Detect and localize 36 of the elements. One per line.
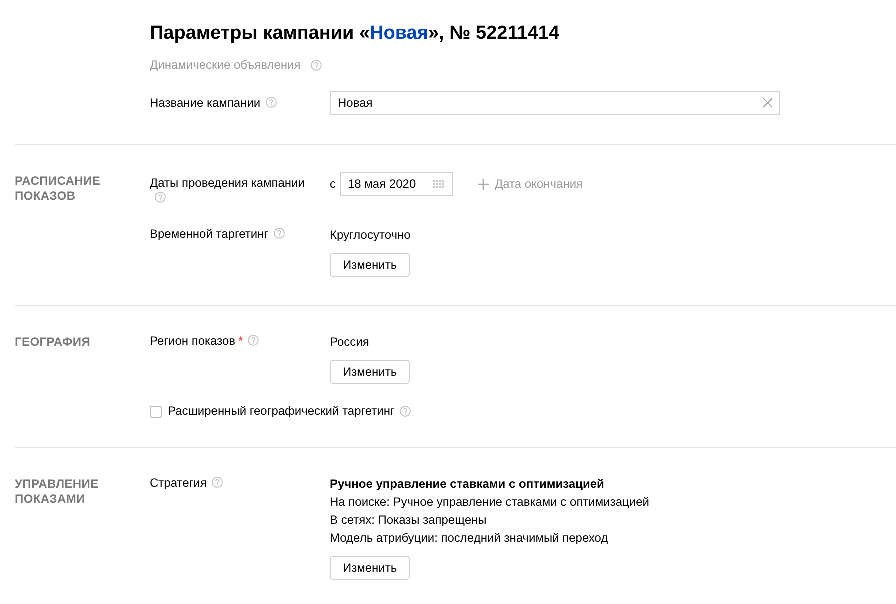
plus-icon [478,178,489,190]
change-button[interactable]: Изменить [330,360,410,384]
field-label: Временной таргетинг [150,227,269,241]
field-label: Название кампании [150,96,261,110]
help-icon[interactable] [155,192,166,203]
help-icon[interactable] [400,406,411,417]
checkbox[interactable] [150,406,162,418]
calendar-icon[interactable] [433,180,444,188]
required-mark: * [238,334,244,348]
checkbox-label[interactable]: Расширенный географический таргетинг [168,404,395,419]
help-icon[interactable] [248,335,260,346]
date-prefix: с [330,177,336,191]
value-text: Россия [330,334,370,351]
campaign-type-text: Динамические объявления [150,57,301,73]
value-text: Круглосуточно [330,227,411,244]
value-heading: Ручное управление ставками с оптимизацией [330,476,604,493]
section-title: УПРАВЛЕНИЕ ПОКАЗАМИ [15,476,100,507]
help-icon[interactable] [266,96,277,108]
field-label: Даты проведения кампании [150,176,305,190]
value-text: На поиске: Ручное управление ставками с оптимизацией [330,494,650,511]
campaign-name-field[interactable]: Новая [330,91,780,115]
help-icon[interactable] [212,477,223,488]
start-date-field[interactable]: 18 мая 2020 [340,172,453,196]
campaign-name-link[interactable]: Новая [370,23,428,44]
value-text: В сетях: Показы запрещены [330,512,487,529]
field-label: Стратегия [150,476,207,490]
change-button[interactable]: Изменить [330,556,410,580]
page-title: Параметры кампании «Новая», № 52211414 [150,22,560,46]
section-title: РАСПИСАНИЕ ПОКАЗОВ [15,173,102,204]
field-label: Регион показов [150,334,236,348]
value-text: Модель атрибуции: последний значимый переход [330,530,608,547]
section-title: ГЕОГРАФИЯ [15,334,92,350]
change-button[interactable]: Изменить [330,253,410,277]
help-icon[interactable] [274,228,285,239]
clear-icon[interactable] [763,98,773,108]
help-icon[interactable] [310,60,322,70]
